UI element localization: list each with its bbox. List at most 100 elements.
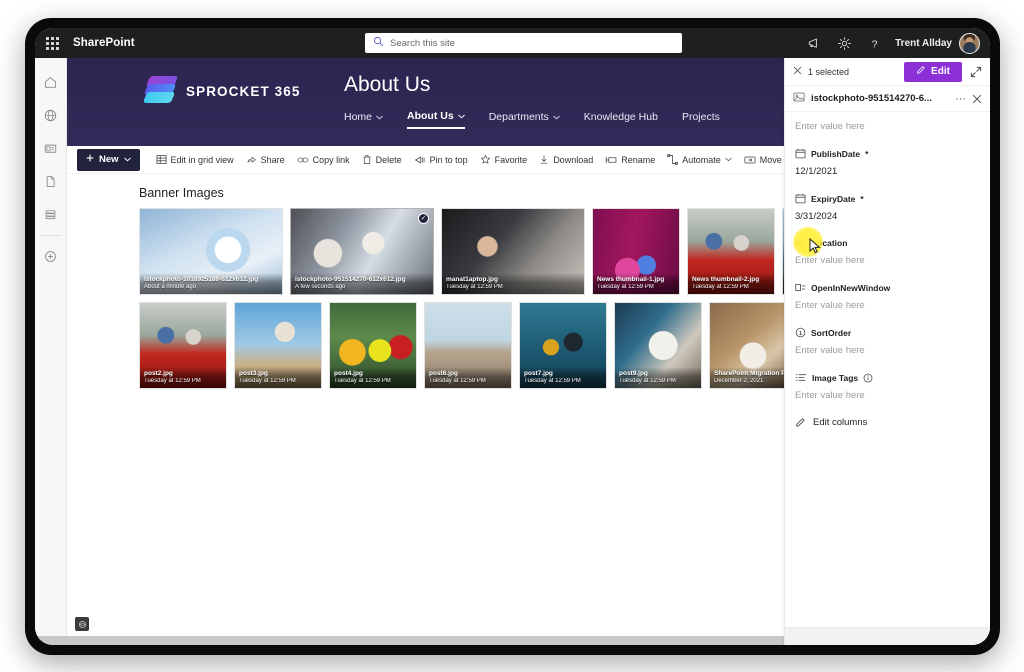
close-selection-icon[interactable] [793,66,802,77]
info-icon[interactable] [863,373,873,383]
pencil-icon [795,417,806,428]
cmd-edit-in-grid-view[interactable]: Edit in grid view [150,148,240,172]
detail-field-value[interactable]: Enter value here [795,121,980,135]
required-marker: * [860,193,864,204]
sprocket-logo-icon [142,76,179,106]
detail-field: 1 SortOrder Enter value here [795,327,980,359]
thumbnail-tile[interactable]: post2.jpg Tuesday at 12:59 PM [139,302,227,389]
close-pane-icon[interactable] [972,94,982,104]
site-navigation: Home About Us Departments Knowledge Hub … [344,110,720,129]
nav-item-projects[interactable]: Projects [682,111,720,128]
edit-columns-button[interactable]: Edit columns [795,417,980,428]
cmd-label: Share [260,154,285,165]
rail-item-home[interactable] [35,66,67,99]
thumbnail-date: About a minute ago [144,284,197,290]
left-rail [35,58,67,645]
thumbnail-tile[interactable]: ✓ istockphoto-951514270-612x612.jpg A few … [290,208,434,295]
search-input[interactable] [390,35,650,51]
rail-item-create[interactable] [35,240,67,273]
required-marker: * [865,148,869,159]
suite-bar: SharePoint ? Trent Allday [35,28,990,58]
search-box[interactable] [365,33,682,53]
waffle-grid [45,36,59,50]
link-icon [795,238,807,248]
avatar[interactable] [959,32,980,54]
cmd-share[interactable]: Share [240,148,291,172]
pencil-icon [916,65,926,78]
nav-item-knowledge-hub[interactable]: Knowledge Hub [584,111,658,128]
thumbnail-date: Tuesday at 12:59 PM [144,378,201,384]
suite-bar-actions: ? Trent Allday [799,28,980,58]
rail-item-lists[interactable] [35,198,67,231]
nav-item-about-us[interactable]: About Us [407,110,465,129]
detail-field: Enter value here [795,121,980,135]
detail-field-name: ExpiryDate [811,193,856,204]
thumbnail-file-name: manat1aptop.jpg [446,276,499,283]
cmd-label: Automate [682,154,721,165]
search-icon [373,34,384,52]
detail-field-value[interactable]: Enter value here [795,345,980,359]
library-title: Banner Images [139,186,224,200]
detail-field: PublishDate * 12/1/2021 [795,148,980,180]
cmd-pin-to-top[interactable]: Pin to top [408,148,474,172]
thumbnail-date: Tuesday at 12:59 PM [619,378,676,384]
chevron-down-icon [553,111,560,123]
thumbnail-date: Tuesday at 12:59 PM [334,378,391,384]
thumbnail-tile[interactable]: post9.jpg Tuesday at 12:59 PM [614,302,702,389]
thumbnail-tile[interactable]: post6.jpg Tuesday at 12:59 PM [424,302,512,389]
cmd-label: Favorite [494,154,528,165]
thumbnail-file-name: News thumbnail-2.jpg [692,276,760,283]
thumbnail-date: Tuesday at 12:59 PM [446,284,503,290]
star-icon [480,154,491,165]
detail-field-value[interactable]: 3/31/2024 [795,211,980,225]
nav-item-home[interactable]: Home [344,111,383,128]
rail-item-news[interactable] [35,132,67,165]
thumbnail-tile[interactable]: News thumbnail-2.jpg Tuesday at 12:59 PM [687,208,775,295]
thumbnail-tile[interactable]: News thumbnail-1.jpg Tuesday at 12:59 PM [592,208,680,295]
number-icon: 1 [795,327,806,338]
detail-field-value[interactable]: Enter value here [795,300,980,314]
page-title: About Us [344,73,431,96]
cmd-copy-link[interactable]: Copy link [291,148,356,172]
gear-icon[interactable] [829,28,859,58]
detail-field-value[interactable]: Enter value here [795,390,980,404]
svg-text:?: ? [871,38,877,50]
cmd-delete[interactable]: Delete [356,148,408,172]
thumbnail-date: A few seconds ago [295,284,346,290]
detail-field-value[interactable]: 12/1/2021 [795,166,980,180]
expand-pane-icon[interactable] [970,66,982,78]
detail-field-value[interactable]: Enter value here [795,255,980,269]
svg-text:1: 1 [799,331,803,337]
rail-item-globe[interactable] [35,99,67,132]
cmd-rename[interactable]: Rename [599,148,661,172]
sharepoint-brand[interactable]: SharePoint [73,37,135,49]
cmd-download[interactable]: Download [533,148,599,172]
site-logo[interactable]: SPROCKET 365 [142,76,300,106]
calendar-icon [795,148,806,159]
thumbnail-file-name: News thumbnail-1.jpg [597,276,665,283]
nav-item-departments[interactable]: Departments [489,111,560,128]
details-pane-footer [785,627,990,645]
thumbnail-tile[interactable]: post3.jpg Tuesday at 12:59 PM [234,302,322,389]
thumbnail-meta: istockphoto-951514270-612x612.jpg A few s… [291,273,433,294]
download-icon [539,154,549,165]
more-options-icon[interactable]: ··· [955,93,966,105]
thumbnail-tile[interactable]: post4.jpg Tuesday at 12:59 PM [329,302,417,389]
move-icon [744,155,756,165]
checkmark-icon[interactable]: ✓ [418,213,429,224]
thumbnail-tile[interactable]: post7.jpg Tuesday at 12:59 PM [519,302,607,389]
thumbnail-tile[interactable]: manat1aptop.jpg Tuesday at 12:59 PM [441,208,585,295]
cmd-favorite[interactable]: Favorite [474,148,534,172]
thumbnail-file-name: istockphoto-1018925188-612x612.jpg [144,276,259,283]
new-button[interactable]: New [77,148,140,171]
app-launcher-icon[interactable] [35,28,69,58]
user-name[interactable]: Trent Allday [895,38,952,49]
cmd-automate[interactable]: Automate [661,148,738,172]
edit-button[interactable]: Edit [904,61,962,82]
megaphone-icon[interactable] [799,28,829,58]
pin-icon [414,155,426,165]
rail-item-documents[interactable] [35,165,67,198]
help-icon[interactable]: ? [859,28,889,58]
device-frame: SharePoint ? Trent Allday [25,18,1000,655]
thumbnail-tile[interactable]: istockphoto-1018925188-612x612.jpg About … [139,208,283,295]
